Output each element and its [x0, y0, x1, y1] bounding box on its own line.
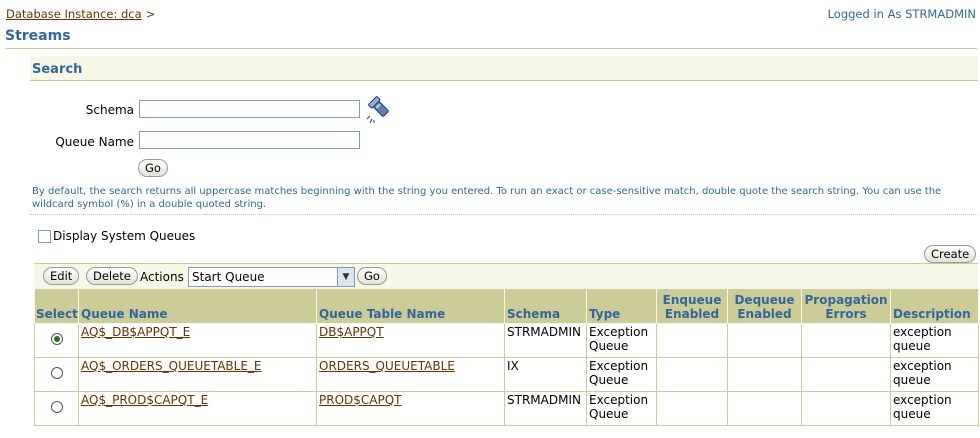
actions-select-value: Start Queue — [192, 270, 265, 284]
title-divider — [5, 48, 977, 49]
flashlight-icon[interactable] — [366, 94, 396, 124]
queue-name-cell: AQ$_ORDERS_QUEUETABLE_E — [78, 357, 317, 392]
section-divider — [30, 214, 978, 215]
actions-go-button[interactable]: Go — [357, 267, 387, 285]
description-cell: exception queue — [890, 357, 979, 392]
enqueue-cell — [656, 357, 728, 392]
type-cell: Exception Queue — [586, 391, 657, 426]
search-go-button[interactable]: Go — [138, 159, 168, 177]
create-button[interactable]: Create — [924, 245, 977, 263]
chevron-down-icon[interactable]: ▼ — [337, 268, 354, 286]
col-queue-table-name[interactable]: Queue Table Name — [316, 288, 505, 324]
dequeue-cell — [727, 357, 802, 392]
col-enqueue-enabled: Enqueue Enabled — [656, 288, 728, 324]
select-cell[interactable] — [34, 357, 79, 392]
select-radio[interactable] — [50, 401, 63, 413]
queue-name-label: Queue Name — [55, 135, 134, 149]
logged-in-status: Logged in As STRMADMIN — [827, 7, 976, 21]
propagation-cell — [801, 357, 891, 392]
col-schema[interactable]: Schema — [504, 288, 587, 324]
select-cell[interactable] — [34, 323, 79, 358]
search-hint-text: By default, the search returns all upper… — [32, 186, 942, 210]
dequeue-cell — [727, 323, 802, 358]
col-select: Select — [34, 288, 79, 324]
breadcrumb-separator: > — [145, 7, 156, 21]
description-cell: exception queue — [890, 391, 979, 426]
select-radio[interactable] — [50, 367, 63, 379]
edit-button[interactable]: Edit — [43, 267, 80, 285]
queue-name-cell: AQ$_DB$APPQT_E — [78, 323, 317, 358]
enqueue-cell — [656, 323, 728, 358]
queue-table-cell: ORDERS_QUEUETABLE — [316, 357, 505, 392]
queue-name-input[interactable] — [139, 131, 360, 149]
page-title: Streams — [5, 28, 71, 44]
select-cell[interactable] — [34, 391, 79, 426]
schema-cell: STRMADMIN — [504, 323, 587, 358]
breadcrumb: Database Instance: dca > — [6, 7, 155, 21]
col-queue-name[interactable]: Queue Name △ — [78, 288, 317, 324]
propagation-cell — [801, 391, 891, 426]
sort-ascending-icon[interactable]: △ — [170, 310, 178, 321]
delete-button[interactable]: Delete — [86, 267, 138, 285]
table-row: AQ$_ORDERS_QUEUETABLE_E ORDERS_QUEUETABL… — [34, 357, 979, 392]
table-header-row: Select Queue Name △ Queue Table Name Sche… — [34, 288, 979, 324]
col-propagation-errors: Propagation Errors — [801, 288, 891, 324]
schema-label: Schema — [85, 103, 134, 117]
queues-table: Select Queue Name △ Queue Table Name Sche… — [34, 288, 979, 426]
schema-cell: STRMADMIN — [504, 391, 587, 426]
col-queue-name-label: Queue Name — [81, 307, 168, 321]
queue-table-link[interactable]: PROD$CAPQT — [319, 393, 402, 407]
type-cell: Exception Queue — [586, 357, 657, 392]
schema-input[interactable] — [139, 100, 360, 118]
queue-name-link[interactable]: AQ$_PROD$CAPQT_E — [81, 393, 208, 407]
enqueue-cell — [656, 391, 728, 426]
display-system-queues-label: Display System Queues — [53, 229, 196, 243]
dequeue-cell — [727, 391, 802, 426]
propagation-cell — [801, 323, 891, 358]
breadcrumb-database-instance-link[interactable]: Database Instance: dca — [6, 7, 142, 21]
actions-select[interactable]: Start Queue ▼ — [188, 267, 355, 287]
search-section-header: Search — [30, 56, 978, 81]
display-system-queues-checkbox[interactable] — [38, 230, 51, 243]
queue-table-link[interactable]: DB$APPQT — [319, 325, 384, 339]
queue-table-cell: DB$APPQT — [316, 323, 505, 358]
queue-name-link[interactable]: AQ$_DB$APPQT_E — [81, 325, 190, 339]
search-section-title: Search — [32, 62, 83, 77]
queue-table-link[interactable]: ORDERS_QUEUETABLE — [319, 359, 455, 373]
actions-label: Actions — [140, 270, 184, 284]
queue-table-cell: PROD$CAPQT — [316, 391, 505, 426]
table-row: AQ$_PROD$CAPQT_E PROD$CAPQT STRMADMIN Ex… — [34, 391, 979, 426]
type-cell: Exception Queue — [586, 323, 657, 358]
col-type[interactable]: Type — [586, 288, 657, 324]
col-description: Description — [890, 288, 979, 324]
queue-name-link[interactable]: AQ$_ORDERS_QUEUETABLE_E — [81, 359, 262, 373]
description-cell: exception queue — [890, 323, 979, 358]
col-dequeue-enabled: Dequeue Enabled — [727, 288, 802, 324]
select-radio[interactable] — [50, 333, 63, 345]
table-row: AQ$_DB$APPQT_E DB$APPQT STRMADMIN Except… — [34, 323, 979, 358]
schema-cell: IX — [504, 357, 587, 392]
queue-name-cell: AQ$_PROD$CAPQT_E — [78, 391, 317, 426]
